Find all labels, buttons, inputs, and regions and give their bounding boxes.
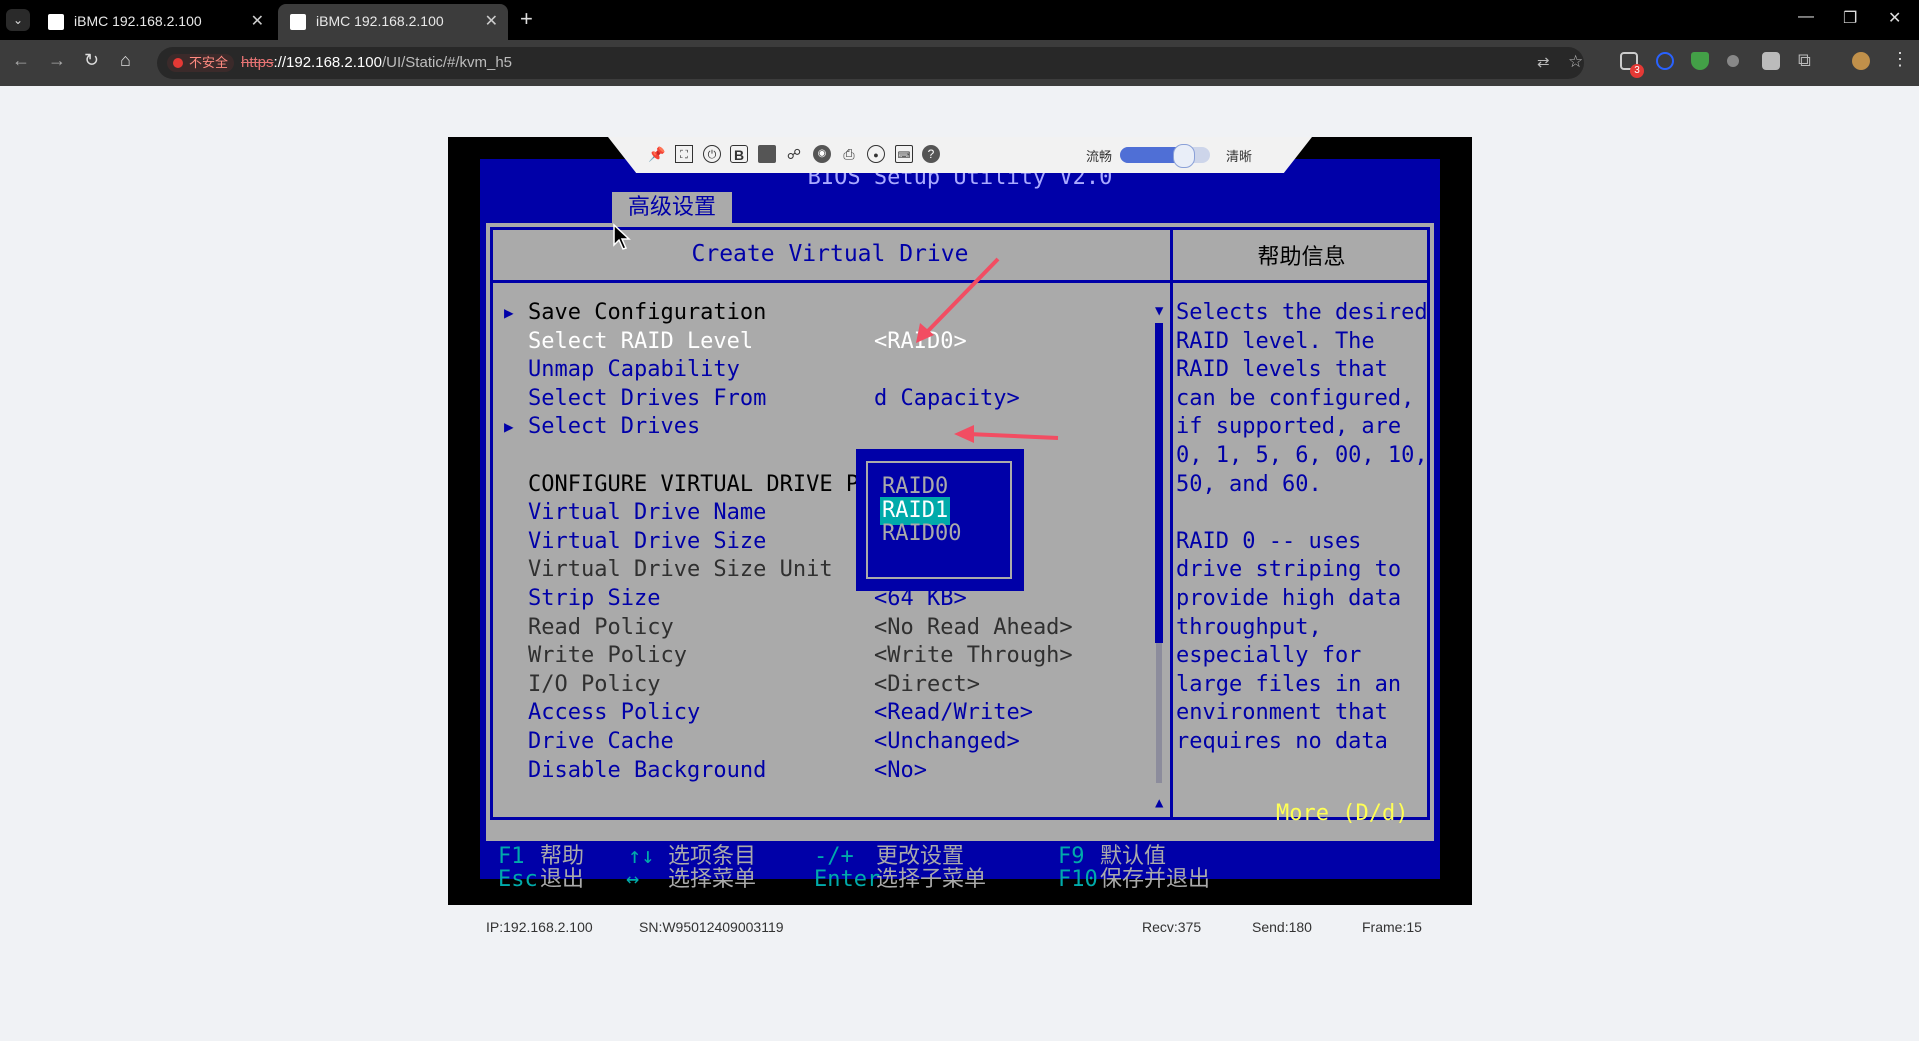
status-recv: Recv:375 xyxy=(1142,919,1202,935)
status-ip: IP:192.168.2.100 xyxy=(486,919,593,935)
translate-icon[interactable]: ⇄ xyxy=(1537,53,1550,71)
home-icon[interactable]: ⌂ xyxy=(120,50,131,71)
tab-favicon xyxy=(290,14,306,30)
address-bar[interactable]: 不安全 https://192.168.2.100/UI/Static/#/kv… xyxy=(157,47,1584,79)
virtual-media-icon[interactable]: ◉ xyxy=(813,145,831,163)
tab-search-button[interactable]: ⌄ xyxy=(6,9,30,31)
profile-avatar[interactable] xyxy=(1852,52,1870,70)
quality-slider[interactable] xyxy=(1120,144,1210,168)
shield-extension-icon[interactable] xyxy=(1691,52,1709,70)
close-tab-icon[interactable]: ✕ xyxy=(251,11,264,31)
quality-clear-label: 清晰 xyxy=(1226,149,1253,164)
extension-badge: 3 xyxy=(1630,64,1644,78)
security-badge[interactable]: 不安全 xyxy=(167,54,235,72)
browser-toolbar: ← → ↻ ⌂ 不安全 https://192.168.2.100/UI/Sta… xyxy=(0,40,1919,86)
bookmark-star-icon[interactable]: ☆ xyxy=(1568,52,1583,72)
keyboard-icon[interactable]: ⌨ xyxy=(895,145,913,163)
status-send: Send:180 xyxy=(1252,919,1312,935)
forward-icon[interactable]: → xyxy=(48,50,66,71)
url-host: ://192.168.2.100 xyxy=(273,54,382,71)
slider-knob[interactable] xyxy=(1173,144,1195,168)
new-tab-button[interactable]: + xyxy=(520,6,533,32)
quality-smooth-label: 流畅 xyxy=(1086,149,1113,164)
boot-options-icon[interactable]: B xyxy=(730,145,748,163)
kvm-status-bar: IP:192.168.2.100 SN:W95012409003119 Recv… xyxy=(448,905,1472,949)
annotation-arrow-1-line xyxy=(924,257,1000,335)
pin-icon[interactable]: 📌 xyxy=(648,145,666,163)
browser-tab-bar: ⌄ iBMC 192.168.2.100 ✕ iBMC 192.168.2.10… xyxy=(0,0,1919,40)
annotation-arrow-2-line xyxy=(967,432,1059,440)
help-icon[interactable]: ? xyxy=(922,145,940,163)
close-tab-icon[interactable]: ✕ xyxy=(485,11,498,31)
fullscreen-icon[interactable]: ⛶ xyxy=(675,145,693,163)
extension-dot-icon[interactable] xyxy=(1727,55,1739,67)
browser-tab-2[interactable]: iBMC 192.168.2.100 ✕ xyxy=(278,4,508,40)
reload-icon[interactable]: ↻ xyxy=(84,50,99,71)
back-icon[interactable]: ← xyxy=(12,50,30,71)
record-icon[interactable]: ● xyxy=(867,145,885,163)
url-text: https://192.168.2.100/UI/Static/#/kvm_h5 xyxy=(241,54,512,71)
close-window-icon[interactable]: ✕ xyxy=(1888,8,1901,28)
browser-tab-1[interactable]: iBMC 192.168.2.100 ✕ xyxy=(36,4,274,40)
document-extension-icon[interactable] xyxy=(1762,52,1780,70)
power-icon[interactable]: ⏻ xyxy=(703,145,721,163)
puzzle-extensions-icon[interactable]: ⧉ xyxy=(1798,50,1811,71)
vpn-extension-icon[interactable] xyxy=(1656,52,1674,70)
url-scheme: https xyxy=(241,54,274,71)
mouse-cursor-icon xyxy=(613,223,631,250)
minimize-icon[interactable]: — xyxy=(1798,8,1814,26)
url-path: /UI/Static/#/kvm_h5 xyxy=(381,54,513,71)
bios-screen[interactable]: BIOS Setup Utility V2.0 高级设置 Create Virt… xyxy=(480,159,1440,892)
tab-title: iBMC 192.168.2.100 xyxy=(74,13,202,29)
capture-icon[interactable]: ⎙ xyxy=(840,145,858,163)
annotation-arrow-2-head xyxy=(954,425,974,443)
tab-favicon xyxy=(48,14,64,30)
kvm-viewer[interactable]: BIOS Setup Utility V2.0 高级设置 Create Virt… xyxy=(448,137,1472,905)
kvm-toolbar: 📌 ⛶ ⏻ B ☍ ◉ ⎙ ● ⌨ ? 流畅 清晰 xyxy=(608,137,1312,173)
status-sn: SN:W95012409003119 xyxy=(639,919,784,935)
keyboard-layout-icon[interactable] xyxy=(758,145,776,163)
tab-title: iBMC 192.168.2.100 xyxy=(316,13,444,29)
status-frame: Frame:15 xyxy=(1362,919,1422,935)
restore-icon[interactable]: ❐ xyxy=(1843,8,1857,28)
annotation-arrows xyxy=(916,257,1059,443)
mouse-mode-icon[interactable]: ☍ xyxy=(785,145,803,163)
more-menu-icon[interactable]: ⋮ xyxy=(1891,49,1909,70)
